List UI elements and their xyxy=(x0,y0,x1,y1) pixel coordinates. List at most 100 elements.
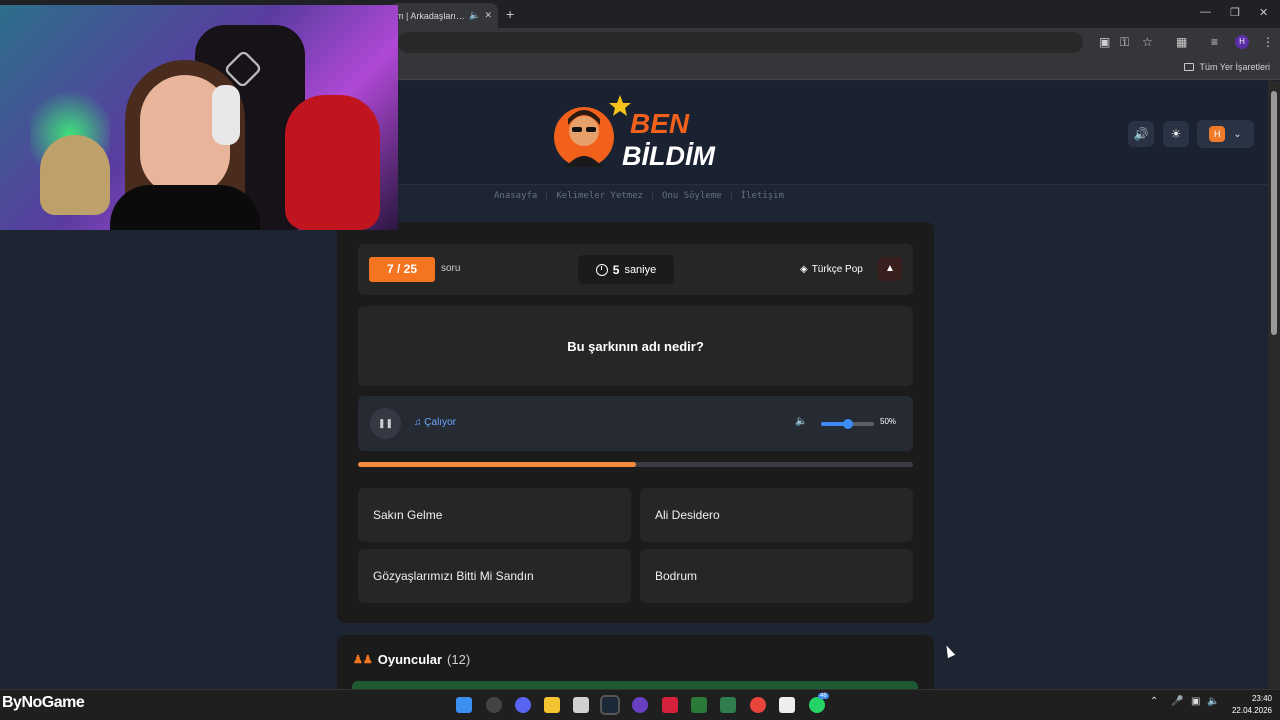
timer: 5 saniye xyxy=(578,255,674,284)
theme-toggle-button[interactable]: ☀ xyxy=(1163,121,1189,147)
players-title: Oyuncular xyxy=(377,652,443,667)
steam-icon[interactable] xyxy=(600,695,620,715)
category-label: Türkçe Pop xyxy=(811,264,863,275)
system-clock[interactable]: 23:40 22.04.2026 xyxy=(1226,693,1272,717)
extensions-icon[interactable]: ▦ xyxy=(1176,35,1187,49)
playing-label: Çalıyor xyxy=(424,417,456,428)
answer-option-4[interactable]: Bodrum xyxy=(640,549,913,603)
answer-option-3[interactable]: Gözyaşlarımızı Bitti Mi Sandın xyxy=(358,549,631,603)
mouse-cursor-icon xyxy=(942,643,956,659)
browser-tab[interactable]: m | Arkadaşlarınla 🔈 ✕ xyxy=(390,3,498,28)
password-key-icon[interactable]: ⚿ xyxy=(1120,35,1129,50)
whatsapp-badge: 46 xyxy=(818,693,829,699)
report-button[interactable]: ▲ xyxy=(878,257,902,281)
webcam-streamer-body xyxy=(110,185,260,230)
logo-star xyxy=(609,95,631,116)
timer-unit: saniye xyxy=(624,263,657,276)
category-tag: ◈ Türkçe Pop xyxy=(800,264,863,275)
nav-onu-soyleme[interactable]: Onu Söyleme xyxy=(653,191,732,201)
user-menu-button[interactable]: H ⌄ xyxy=(1197,120,1254,148)
webcam-plush-toy xyxy=(40,135,110,215)
warning-icon: ▲ xyxy=(885,263,895,274)
page-scrollbar[interactable] xyxy=(1268,81,1280,689)
tab-title: m | Arkadaşlarınla xyxy=(396,10,466,21)
song-progress-bar xyxy=(358,462,913,467)
pause-button[interactable]: ❚❚ xyxy=(370,408,401,439)
volume-percent: 50% xyxy=(880,417,897,426)
whatsapp-icon[interactable] xyxy=(809,697,825,713)
cast-icon[interactable]: ▣ xyxy=(1099,35,1110,49)
answer-option-1[interactable]: Sakın Gelme xyxy=(358,488,631,542)
speaker-icon[interactable]: 🔈 xyxy=(469,10,480,21)
play-icon[interactable] xyxy=(720,697,736,713)
close-tab-icon[interactable]: ✕ xyxy=(484,10,492,21)
webcam-overlay xyxy=(0,5,398,230)
windows-start-icon[interactable] xyxy=(456,697,472,713)
app-icon-green[interactable] xyxy=(691,697,707,713)
logo-glasses-left xyxy=(572,127,582,132)
players-panel: ♟♟ Oyuncular (12) xyxy=(337,635,934,689)
nav-kelimeler-yetmez[interactable]: Kelimeler Yetmez xyxy=(547,191,654,201)
all-bookmarks-label: Tüm Yer İşaretleri xyxy=(1199,62,1270,72)
tray-chevron-icon[interactable]: ⌃ xyxy=(1150,696,1158,707)
player-row[interactable] xyxy=(352,681,918,689)
stream-watermark: ByNoGame xyxy=(2,694,85,712)
sound-toggle-button[interactable]: 🔊 xyxy=(1128,121,1154,147)
minimize-icon[interactable]: — xyxy=(1200,6,1211,18)
speaker-icon: 🔊 xyxy=(1133,127,1149,141)
audio-player: ❚❚ ♫ Çalıyor 🔈 50% xyxy=(358,396,913,451)
user-avatar: H xyxy=(1209,126,1226,142)
nav-contact[interactable]: İletişim xyxy=(732,191,793,201)
clock-time: 23:40 xyxy=(1251,694,1272,703)
headphones-icon xyxy=(212,85,240,145)
volume-knob[interactable] xyxy=(842,419,853,429)
timer-value: 5 xyxy=(612,262,620,277)
logo-text-1: BEN xyxy=(630,108,690,139)
bookmark-star-icon[interactable]: ☆ xyxy=(1142,35,1153,49)
question-counter: 7 / 25 xyxy=(369,257,435,282)
watermark-text: ByNoGame xyxy=(2,694,85,711)
nav-home[interactable]: Anasayfa xyxy=(485,191,548,201)
new-tab-button[interactable]: + xyxy=(506,6,514,22)
folder-icon xyxy=(1184,63,1195,71)
game-card: 7 / 25 soru 5 saniye ◈ Türkçe Pop ▲ Bu ş… xyxy=(337,222,934,623)
volume-tray-icon[interactable]: 🔈 xyxy=(1207,696,1219,707)
network-icon[interactable]: ▣ xyxy=(1191,696,1200,707)
question-word: soru xyxy=(441,263,461,274)
obs-icon[interactable] xyxy=(632,697,648,713)
sun-icon: ☀ xyxy=(1170,127,1182,141)
players-count: (12) xyxy=(447,652,471,667)
discord-icon[interactable] xyxy=(515,697,531,713)
webcam-red-plush xyxy=(285,95,380,230)
chevron-down-icon: ⌄ xyxy=(1233,128,1242,140)
site-logo[interactable]: BEN BİLDİM xyxy=(552,89,717,179)
users-icon: ♟♟ xyxy=(353,654,373,666)
reading-list-icon[interactable]: ≡ xyxy=(1211,35,1218,49)
clock-date: 22.04.2026 xyxy=(1231,706,1272,715)
store-icon[interactable] xyxy=(573,697,589,713)
logo-glasses-right xyxy=(586,127,596,132)
address-bar[interactable] xyxy=(398,32,1083,53)
players-heading: ♟♟ Oyuncular (12) xyxy=(353,652,470,667)
profile-avatar[interactable]: H xyxy=(1235,35,1249,49)
answer-option-2[interactable]: Ali Desidero xyxy=(640,488,913,542)
clock-icon xyxy=(595,263,608,276)
game-status-bar: 7 / 25 soru 5 saniye ◈ Türkçe Pop ▲ xyxy=(358,244,913,295)
app-icon-1[interactable] xyxy=(486,697,502,713)
scrollbar-thumb[interactable] xyxy=(1271,91,1277,335)
chrome-icon[interactable] xyxy=(750,697,766,713)
restore-icon[interactable]: ❐ xyxy=(1230,6,1240,19)
window-close-icon[interactable]: ✕ xyxy=(1259,6,1268,19)
file-explorer-icon[interactable] xyxy=(544,697,560,713)
song-progress-fill xyxy=(358,462,636,467)
question-text: Bu şarkının adı nedir? xyxy=(358,306,913,386)
microphone-icon[interactable]: 🎤 xyxy=(1171,696,1183,707)
app-icon-red[interactable] xyxy=(662,697,678,713)
volume-icon[interactable]: 🔈 xyxy=(795,416,807,427)
capcut-icon[interactable] xyxy=(779,697,795,713)
all-bookmarks-button[interactable]: Tüm Yer İşaretleri xyxy=(1184,62,1270,72)
volume-slider[interactable] xyxy=(821,419,874,429)
browser-menu-icon[interactable]: ⋮ xyxy=(1262,35,1274,49)
pause-icon: ❚❚ xyxy=(377,418,394,428)
os-taskbar: 46 ⌃ 🎤 ▣ 🔈 23:40 22.04.2026 xyxy=(0,689,1280,720)
